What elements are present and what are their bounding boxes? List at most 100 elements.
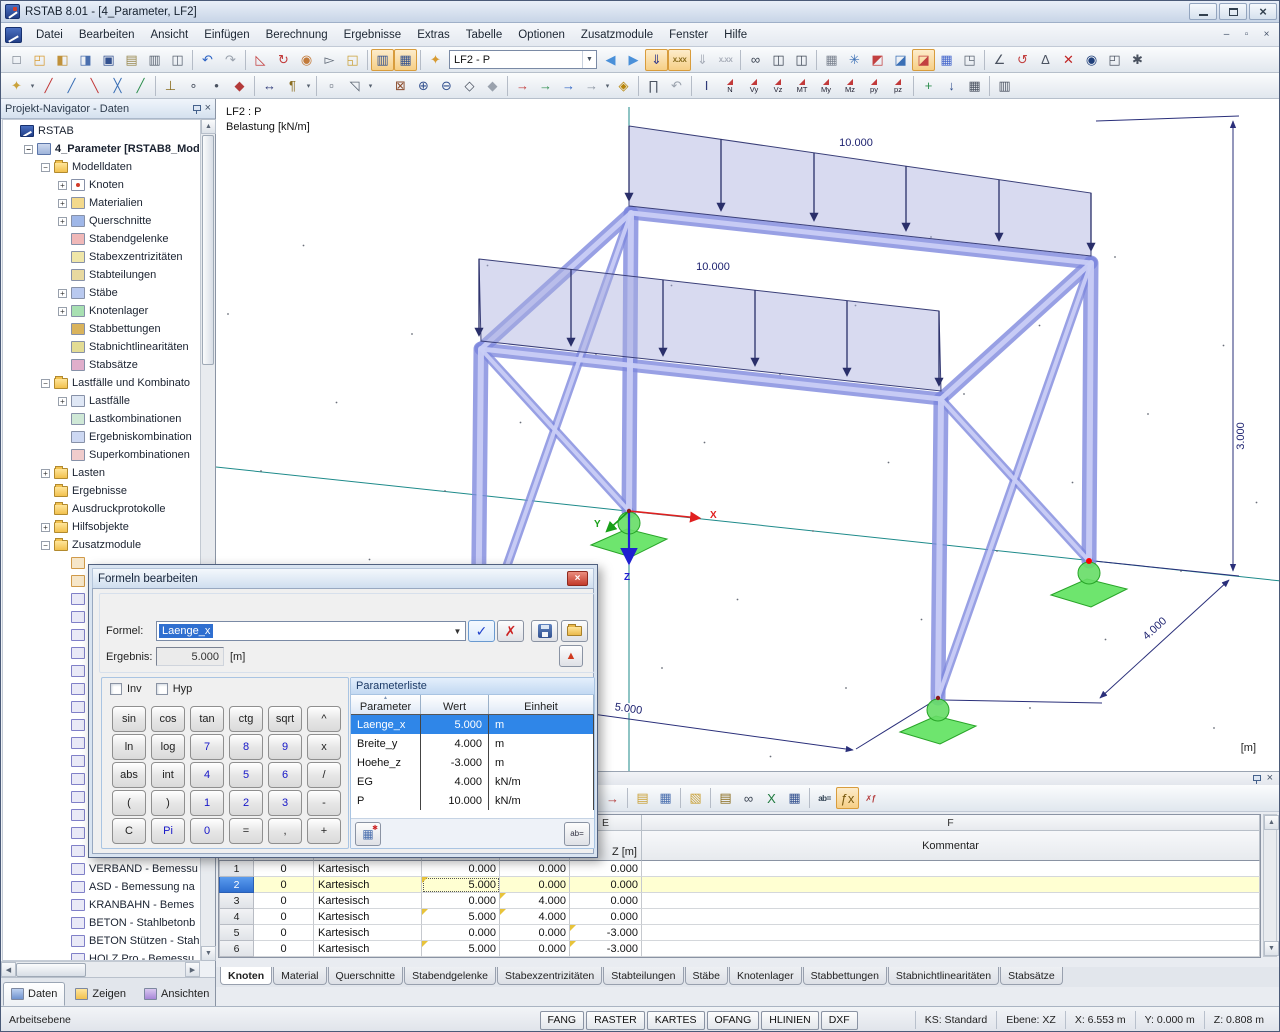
table-close-icon[interactable]: [1267, 773, 1273, 784]
calc-key-[interactable]: -: [307, 790, 341, 816]
cell-x[interactable]: 5.000: [422, 877, 500, 893]
menu-item-ergebnisse[interactable]: Ergebnisse: [336, 26, 410, 44]
table-tab-stabexzentrizit-ten[interactable]: Stabexzentrizitäten: [496, 967, 603, 985]
row-header-5[interactable]: 5: [219, 925, 254, 941]
dialog-title-bar[interactable]: Formeln bearbeiten: [92, 568, 594, 588]
tree-item-ausdruckprotokolle[interactable]: Ausdruckprotokolle: [3, 500, 200, 518]
tree-item-st-be[interactable]: Stäbe: [3, 284, 200, 302]
cell-comment[interactable]: [642, 877, 1260, 893]
new-member-copy-button[interactable]: ╲: [83, 75, 106, 97]
table-tab-knoten[interactable]: Knoten: [220, 967, 273, 985]
zoom-out-button[interactable]: ⊖: [435, 75, 458, 97]
table-rows-button[interactable]: ▦: [654, 787, 677, 809]
cell-z[interactable]: 0.000: [570, 893, 642, 909]
load-case-combobox[interactable]: LF2 - P: [449, 50, 597, 69]
view-minus-y-button[interactable]: →: [580, 75, 603, 97]
tree-item-beton-stahlbetonb[interactable]: BETON - Stahlbetonb: [3, 914, 200, 932]
new-window-button[interactable]: ◱: [341, 49, 364, 71]
scroll-up-icon[interactable]: [201, 119, 216, 134]
tree-item-stabendgelenke[interactable]: Stabendgelenke: [3, 230, 200, 248]
view-filter-glasses-button[interactable]: ∞: [737, 787, 760, 809]
cell-z[interactable]: 0.000: [570, 861, 642, 877]
table-tab-stabteilungen[interactable]: Stabteilungen: [603, 967, 684, 985]
expand-icon[interactable]: [41, 468, 50, 478]
calc-key-abs[interactable]: abs: [112, 762, 146, 788]
previous-load-case-button[interactable]: ◀: [599, 49, 622, 71]
new-member-divide-button[interactable]: ╳: [106, 75, 129, 97]
view-y-button[interactable]: →: [534, 75, 557, 97]
calc-key-cos[interactable]: cos: [151, 706, 185, 732]
calc-key-int[interactable]: int: [151, 762, 185, 788]
show-results-toggle-button[interactable]: ⇓: [691, 49, 714, 71]
menu-item-fenster[interactable]: Fenster: [661, 26, 716, 44]
cell-comment[interactable]: [642, 861, 1260, 877]
formula-combobox[interactable]: Laenge_x: [156, 621, 466, 641]
scroll-thumb-horizontal[interactable]: [16, 963, 86, 977]
undo-button[interactable]: ↶: [196, 49, 219, 71]
view-glasses-button[interactable]: ∞: [744, 49, 767, 71]
delete-guides-button[interactable]: ✕: [1057, 49, 1080, 71]
menu-item-ansicht[interactable]: Ansicht: [142, 26, 196, 44]
cell-y[interactable]: 0.000: [500, 925, 570, 941]
calc-key-sqrt[interactable]: sqrt: [268, 706, 302, 732]
calc-key-7[interactable]: 7: [190, 734, 224, 760]
scroll-left-icon[interactable]: [1, 962, 16, 977]
menu-item-extras[interactable]: Extras: [409, 26, 458, 44]
param-row-breite-y[interactable]: Breite_y 4.000 m: [351, 734, 594, 753]
load-formula-button[interactable]: [561, 620, 588, 642]
calc-key-[interactable]: /: [307, 762, 341, 788]
cell-ref[interactable]: 0: [254, 925, 314, 941]
result-py-button[interactable]: ◢ py: [862, 75, 886, 97]
param-row-hoehe-z[interactable]: Hoehe_z -3.000 m: [351, 753, 594, 772]
expand-icon[interactable]: [58, 198, 67, 208]
calc-key-3[interactable]: 3: [268, 790, 302, 816]
tree-item-stabnichtlinearit-ten[interactable]: Stabnichtlinearitäten: [3, 338, 200, 356]
new-member-button[interactable]: ╱: [37, 75, 60, 97]
table-pin-icon[interactable]: [1252, 774, 1261, 784]
tree-item-knoten[interactable]: Knoten: [3, 176, 200, 194]
param-column-parameter[interactable]: Parameter: [351, 695, 421, 714]
view-z-button[interactable]: →: [557, 75, 580, 97]
save-button[interactable]: ▣: [97, 49, 120, 71]
result-vy-button[interactable]: ◢ Vy: [742, 75, 766, 97]
calc-key-tan[interactable]: tan: [190, 706, 224, 732]
tree-item-stabs-tze[interactable]: Stabsätze: [3, 356, 200, 374]
snap-angle-button[interactable]: ∠: [988, 49, 1011, 71]
result-mt-button[interactable]: ◢ MT: [790, 75, 814, 97]
control-panel-1-button[interactable]: ◫: [767, 49, 790, 71]
inv-checkbox[interactable]: Inv: [110, 683, 142, 695]
status-toggle-raster[interactable]: RASTER: [586, 1010, 645, 1030]
view-isometric-2-button[interactable]: ◆: [481, 75, 504, 97]
tree-item-lasten[interactable]: Lasten: [3, 464, 200, 482]
mdi-restore-button[interactable]: ▫: [1238, 28, 1255, 42]
print-button[interactable]: ▥: [143, 49, 166, 71]
load-display-button[interactable]: ↓: [940, 75, 963, 97]
param-row-eg[interactable]: EG 4.000 kN/m: [351, 772, 594, 791]
cell-ref[interactable]: 0: [254, 909, 314, 925]
cell-z[interactable]: 0.000: [570, 877, 642, 893]
pin-icon[interactable]: [192, 104, 201, 114]
status-toggle-kartes[interactable]: KARTES: [646, 1010, 705, 1030]
open-model-button[interactable]: ◧: [51, 49, 74, 71]
tree-item-verband-bemessu[interactable]: VERBAND - Bemessu: [3, 860, 200, 878]
cell-system[interactable]: Kartesisch: [314, 893, 422, 909]
select-special-button[interactable]: ◹: [343, 75, 366, 97]
new-stiffening-button[interactable]: ◆: [228, 75, 251, 97]
cell-comment[interactable]: [642, 925, 1260, 941]
scroll-down-icon[interactable]: [201, 946, 216, 961]
table-vertical-scrollbar[interactable]: [1263, 814, 1279, 957]
table-tab-querschnitte[interactable]: Querschnitte: [327, 967, 404, 985]
table-tab-stabendgelenke[interactable]: Stabendgelenke: [404, 967, 496, 985]
show-loads-toggle-button[interactable]: ⇓: [645, 48, 668, 71]
navigator-tab-zeigen[interactable]: Zeigen: [67, 982, 134, 1006]
cell-y[interactable]: 4.000: [500, 909, 570, 925]
row-header-3[interactable]: 3: [219, 893, 254, 909]
table-tab-knotenlager[interactable]: Knotenlager: [728, 967, 802, 985]
dropdown-caret-icon[interactable]: [366, 75, 375, 97]
cell-z[interactable]: -3.000: [570, 941, 642, 957]
redo-button[interactable]: ↷: [219, 49, 242, 71]
tree-item-stabteilungen[interactable]: Stabteilungen: [3, 266, 200, 284]
menu-item-optionen[interactable]: Optionen: [510, 26, 573, 44]
menu-item-datei[interactable]: Datei: [28, 26, 71, 44]
calc-key-pi[interactable]: Pi: [151, 818, 185, 844]
